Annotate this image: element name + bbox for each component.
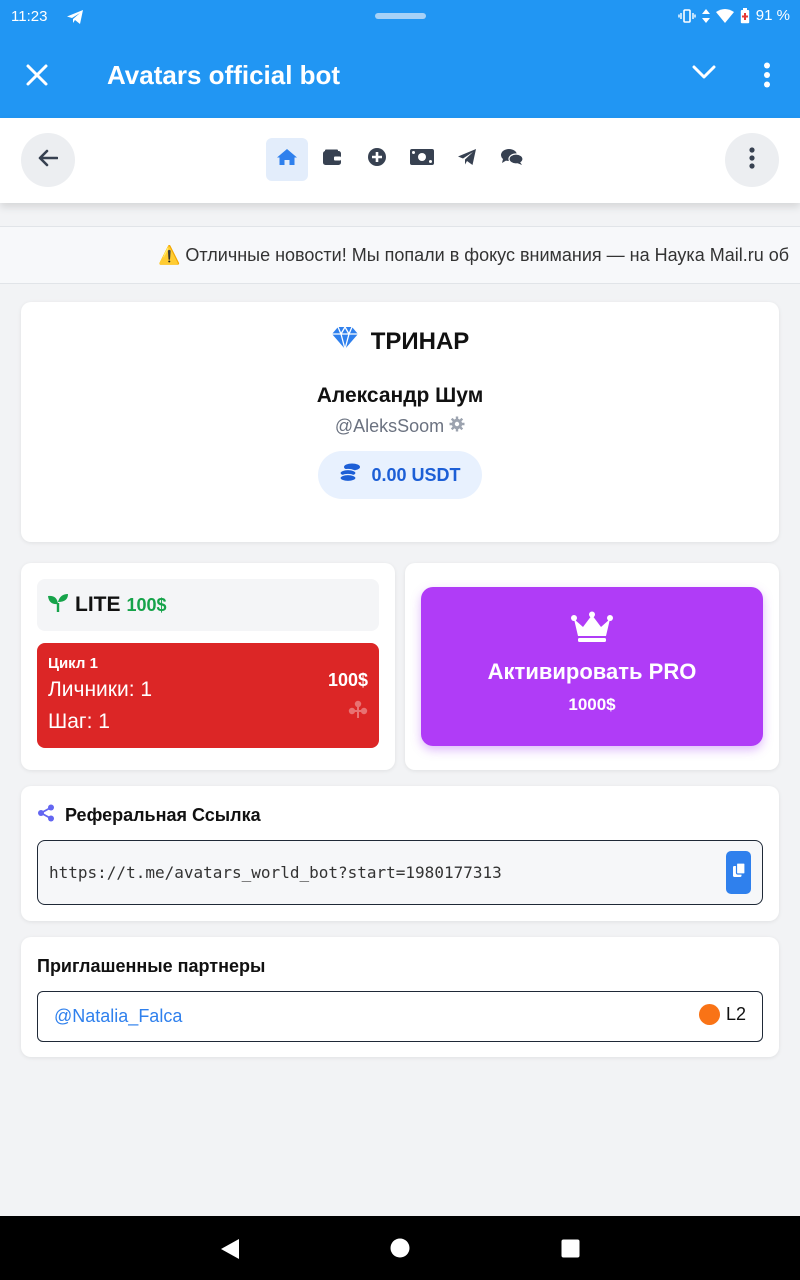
- referral-title: Реферальная Ссылка: [65, 805, 261, 825]
- lite-header: LITE 100$: [37, 579, 379, 631]
- battery-level: 91 %: [755, 7, 790, 24]
- status-bar: 11:23 91 %: [0, 0, 800, 34]
- tab-money[interactable]: [401, 138, 443, 181]
- balance-amount: 0.00 USDT: [371, 464, 461, 485]
- arrow-left-icon: [38, 149, 59, 172]
- tab-home[interactable]: [266, 138, 308, 181]
- coins-icon: [339, 462, 361, 489]
- brand: ТРИНАР: [21, 325, 779, 357]
- balance-badge[interactable]: 0.00 USDT: [318, 451, 482, 499]
- cycle-card[interactable]: Цикл 1 Личники: 1 Шаг: 1 100$: [37, 643, 379, 748]
- app-bar: Avatars official bot: [0, 34, 800, 118]
- referral-card: Реферальная Ссылка https://t.me/avatars_…: [21, 786, 779, 921]
- step-count: Шаг: 1: [48, 710, 110, 733]
- lite-plan-name: LITE: [75, 593, 121, 616]
- brand-name: ТРИНАР: [370, 327, 470, 355]
- partner-username[interactable]: @Natalia_Falca: [54, 1006, 182, 1027]
- more-options-icon[interactable]: [762, 62, 772, 93]
- partner-level-label: L2: [725, 1004, 746, 1024]
- back-triangle-icon[interactable]: [220, 1238, 240, 1265]
- cycle-title: Цикл 1: [48, 655, 98, 672]
- vibrate-icon: [678, 8, 696, 23]
- chevron-down-icon[interactable]: [692, 64, 716, 85]
- pro-price: 1000$: [568, 695, 616, 714]
- status-time: 11:23: [11, 8, 48, 25]
- back-button[interactable]: [21, 133, 75, 187]
- pro-card: Активировать PRO 1000$: [405, 563, 779, 770]
- lite-card: LITE 100$ Цикл 1 Личники: 1 Шаг: 1 100$: [21, 563, 395, 770]
- menu-button[interactable]: [725, 133, 779, 187]
- username-row: @AleksSoom: [21, 416, 779, 437]
- tab-send[interactable]: [446, 138, 488, 181]
- activate-pro-button[interactable]: Активировать PRO 1000$: [421, 587, 763, 746]
- ticker-text: ⚠️ Отличные новости! Мы попали в фокус в…: [158, 245, 790, 265]
- tab-add[interactable]: [356, 138, 398, 181]
- cycle-amount: 100$: [327, 670, 368, 690]
- wifi-icon: [715, 8, 734, 23]
- news-ticker[interactable]: ⚠️ Отличные новости! Мы попали в фокус в…: [0, 226, 800, 284]
- status-drag-handle: [375, 13, 426, 19]
- referral-header: Реферальная Ссылка: [37, 804, 261, 827]
- level-dot-icon: [698, 1004, 720, 1025]
- partner-level: L2: [698, 1004, 746, 1025]
- money-icon: [409, 148, 435, 171]
- profile-card: ТРИНАР Александр Шум @AleksSoom 0.00 USD…: [21, 302, 779, 542]
- wallet-icon: [322, 149, 342, 171]
- tree-watermark-icon: [348, 699, 368, 724]
- system-nav-bar: [0, 1216, 800, 1280]
- close-icon[interactable]: [24, 62, 50, 93]
- status-icons: 91 %: [678, 7, 790, 24]
- share-icon: [37, 804, 55, 827]
- personal-count: Личники: 1: [48, 678, 153, 701]
- copy-icon: [732, 862, 746, 883]
- data-arrows-icon: [701, 8, 710, 23]
- user-full-name: Александр Шум: [316, 384, 484, 407]
- home-circle-icon[interactable]: [390, 1238, 410, 1263]
- lite-plan-price: 100$: [126, 594, 167, 615]
- activate-pro-label: Активировать PRO: [487, 659, 697, 684]
- settings-gear-icon[interactable]: [449, 416, 465, 437]
- telegram-icon: [66, 9, 84, 29]
- send-icon: [457, 148, 477, 171]
- crown-icon: [421, 611, 763, 643]
- battery-icon: [740, 7, 750, 24]
- webapp-nav: [0, 118, 800, 203]
- partner-row[interactable]: @Natalia_Falca L2: [37, 991, 763, 1042]
- chat-icon: [500, 148, 524, 171]
- partners-title: Приглашенные партнеры: [37, 956, 266, 976]
- plus-circle-icon: [367, 147, 387, 172]
- app-title: Avatars official bot: [107, 60, 341, 90]
- more-vertical-icon: [748, 146, 756, 174]
- gem-icon: [331, 325, 359, 357]
- tab-wallet[interactable]: [311, 138, 353, 181]
- username: @AleksSoom: [334, 416, 445, 436]
- recents-square-icon[interactable]: [561, 1239, 580, 1263]
- referral-link-field[interactable]: https://t.me/avatars_world_bot?start=198…: [37, 840, 763, 905]
- referral-url[interactable]: https://t.me/avatars_world_bot?start=198…: [49, 863, 502, 882]
- copy-button[interactable]: [726, 851, 751, 894]
- partners-card: Приглашенные партнеры @Natalia_Falca L2: [21, 937, 779, 1057]
- seedling-icon: [47, 593, 69, 618]
- home-icon: [276, 148, 298, 171]
- nav-tabs: [266, 138, 533, 181]
- tab-chat[interactable]: [491, 138, 533, 181]
